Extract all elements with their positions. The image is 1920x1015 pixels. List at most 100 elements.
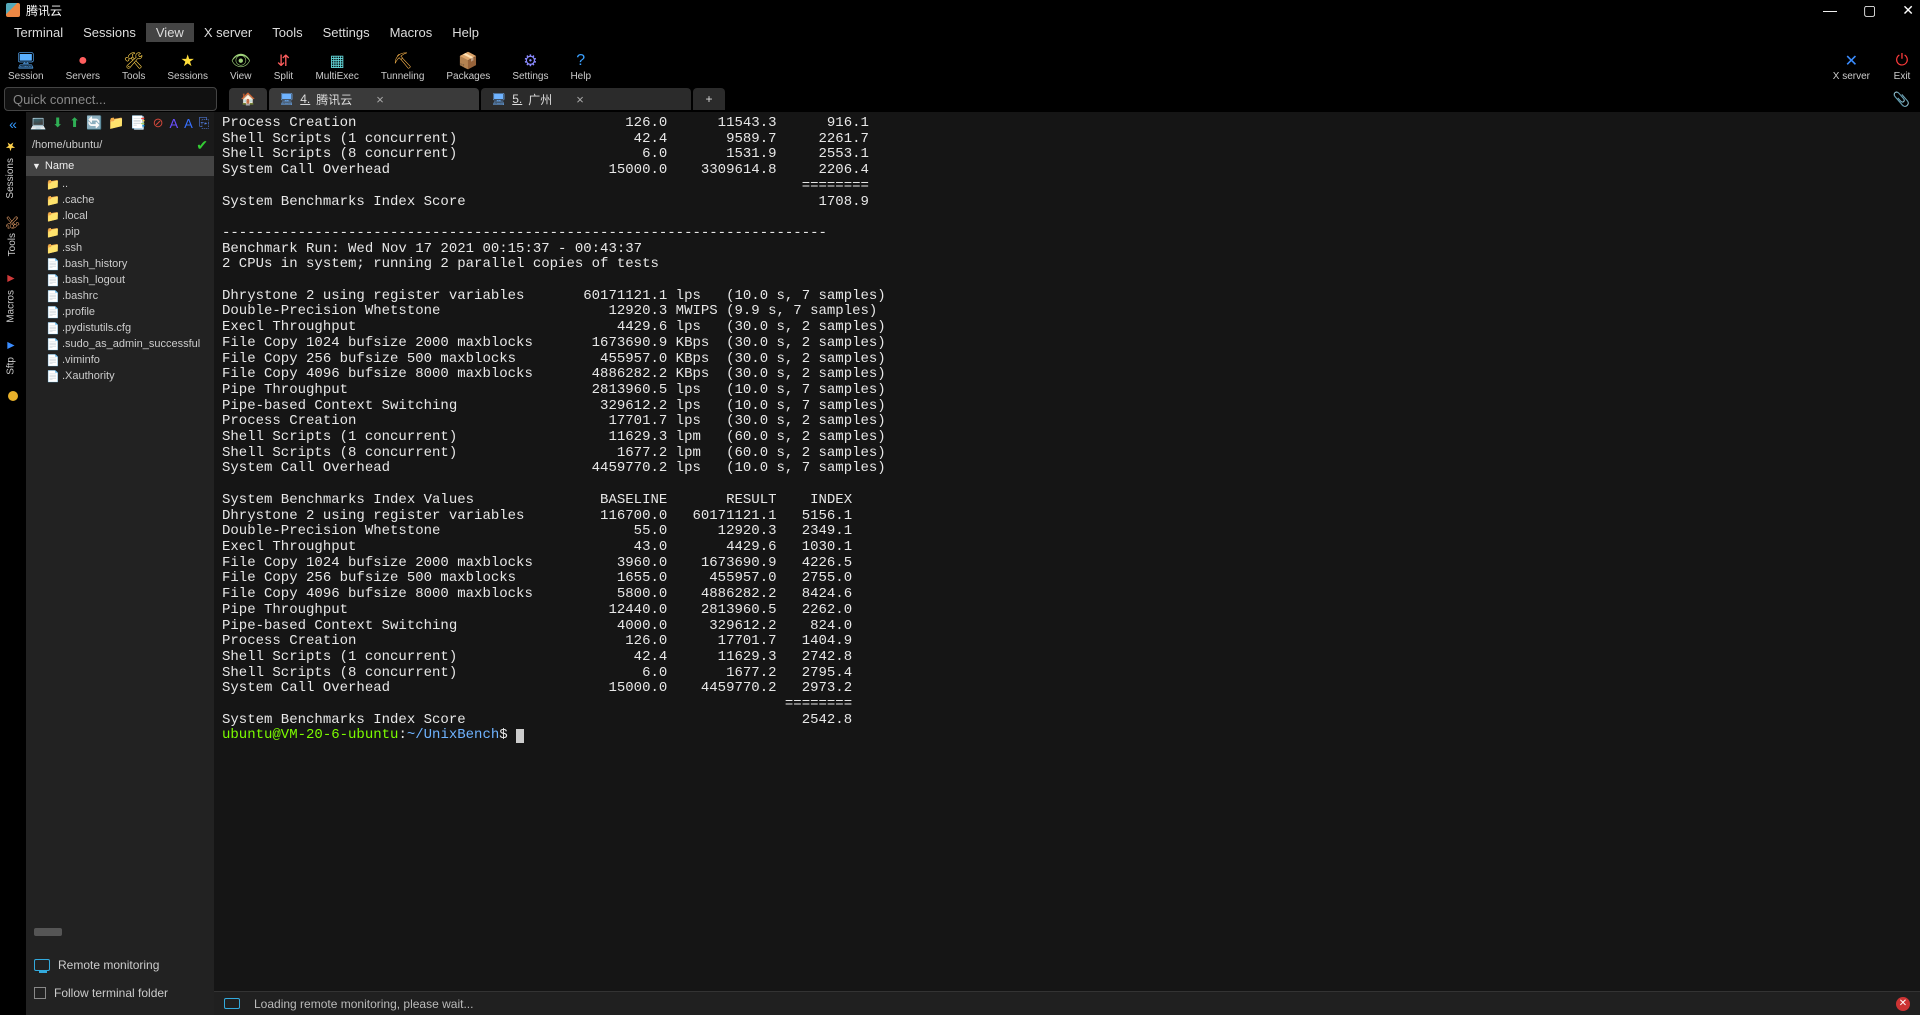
file-item[interactable]: 📁.. [26,176,214,192]
split-icon: ⇵ [273,51,293,71]
status-loading-text: Loading remote monitoring, please wait..… [254,997,473,1011]
file-item[interactable]: 📄.profile [26,304,214,320]
sidebar-tool-icon-0[interactable]: 💻 [30,115,46,131]
sftp-sidebar: 💻⬇⬆🔄📁📑⊘AA⎘ /home/ubuntu/ ✔ ▼ Name 📁..📁.c… [26,112,214,1015]
menu-x-server[interactable]: X server [194,23,262,42]
file-item[interactable]: 📄.bashrc [26,288,214,304]
menu-view[interactable]: View [146,23,194,42]
sessions-icon: ★ [178,51,198,71]
tool-session[interactable]: 🖥Session [8,51,44,82]
tab-new-button[interactable]: + [693,88,725,110]
tool-label: Help [570,71,591,82]
file-name: .cache [62,194,94,206]
tool-settings[interactable]: ⚙Settings [512,51,548,82]
quick-connect-input[interactable]: Quick connect... [4,87,217,111]
view-icon: 👁 [231,51,251,71]
window-maximize-button[interactable]: ▢ [1863,2,1876,19]
menu-tools[interactable]: Tools [262,23,312,42]
file-item[interactable]: 📁.local [26,208,214,224]
tool-label: Tools [122,71,145,82]
tool-multiexec[interactable]: ▦MultiExec [315,51,358,82]
tool-servers[interactable]: ●Servers [66,51,100,82]
chevron-down-icon: ▼ [32,161,41,171]
quick-connect-placeholder: Quick connect... [13,92,106,107]
sidebar-tool-icon-1[interactable]: ⬇ [52,115,63,131]
tab-session[interactable]: 🖥4. 腾讯云× [269,88,479,110]
paperclip-icon[interactable]: 📎 [1893,91,1910,108]
tool-label: Packages [446,71,490,82]
tool-exit[interactable]: ⏻Exit [1892,51,1912,82]
window-minimize-button[interactable]: — [1823,2,1837,19]
tool-label: Sessions [167,71,208,82]
sidebar-tool-icon-3[interactable]: 🔄 [86,115,102,131]
window-close-button[interactable]: ✕ [1902,2,1914,19]
file-name: .. [62,178,68,190]
sidebar-path[interactable]: /home/ubuntu/ ✔ [26,134,214,156]
tool-packages[interactable]: 📦Packages [446,51,490,82]
tab-number: 4. [300,92,310,106]
rail-sftp[interactable]: Sftp◄ [5,331,17,383]
monitor-mini-icon [224,998,240,1009]
file-item[interactable]: 📁.ssh [26,240,214,256]
follow-terminal-checkbox[interactable]: Follow terminal folder [34,979,206,1007]
tool-tools[interactable]: 🛠Tools [122,51,145,82]
rail-label: Sessions [5,158,16,199]
tabbar: 🏠🖥4. 腾讯云×🖥5. 广州×+ [221,86,725,112]
tab-close-button[interactable]: × [376,92,384,107]
terminal-statusbar: Loading remote monitoring, please wait..… [214,991,1920,1015]
file-item[interactable]: 📄.Xauthority [26,368,214,384]
tool-label: Servers [66,71,100,82]
tool-view[interactable]: 👁View [230,51,252,82]
file-item[interactable]: 📄.viminfo [26,352,214,368]
file-item[interactable]: 📄.sudo_as_admin_successful [26,336,214,352]
file-item[interactable]: 📁.pip [26,224,214,240]
remote-monitoring-toggle[interactable]: Remote monitoring [34,951,206,979]
terminal-pane: Process Creation 126.0 11543.3 916.1 She… [214,112,1920,1015]
file-item[interactable]: 📄.bash_logout [26,272,214,288]
tool-label: Exit [1894,71,1911,82]
file-item[interactable]: 📁.cache [26,192,214,208]
folder-icon: 📁 [46,178,58,191]
terminal-output[interactable]: Process Creation 126.0 11543.3 916.1 She… [214,112,1920,991]
tool-sessions[interactable]: ★Sessions [167,51,208,82]
menu-settings[interactable]: Settings [313,23,380,42]
sidebar-tool-icon-7[interactable]: A [169,116,178,131]
sidebar-tool-icon-6[interactable]: ⊘ [153,115,164,131]
tool-x-server[interactable]: ✕X server [1833,51,1870,82]
tab-number: 5. [512,92,522,106]
tunneling-icon: ⛏ [393,51,413,71]
status-close-button[interactable]: ✕ [1896,997,1910,1011]
menu-macros[interactable]: Macros [380,23,443,42]
tool-tunneling[interactable]: ⛏Tunneling [381,51,425,82]
tab-session[interactable]: 🖥5. 广州× [481,88,691,110]
sidebar-h-scrollbar[interactable] [34,927,206,937]
tools-icon: 🛠 [5,215,20,229]
file-item[interactable]: 📄.bash_history [26,256,214,272]
tab-close-button[interactable]: × [576,92,584,107]
tool-help[interactable]: ?Help [570,51,591,82]
rail-sessions[interactable]: Sessions★ [5,132,16,207]
sidebar-tool-icon-4[interactable]: 📁 [108,115,124,131]
tab-home[interactable]: 🏠 [229,88,267,110]
file-item[interactable]: 📄.pydistutils.cfg [26,320,214,336]
menu-terminal[interactable]: Terminal [4,23,73,42]
sidebar-toolbar: 💻 ⬇ ⬆ 🔄 📁 📑 ⊘ AA ⎘ [26,112,214,134]
menu-sessions[interactable]: Sessions [73,23,146,42]
file-icon: 📄 [46,258,58,271]
tool-split[interactable]: ⇵Split [273,51,293,82]
rail-macros[interactable]: Macros◄ [5,264,17,331]
file-name: .viminfo [62,354,100,366]
rail-collapse-icon[interactable]: « [9,116,17,130]
sidebar-tool-icon-2[interactable]: ⬆ [69,115,80,131]
window-title: 腾讯云 [26,2,62,19]
folder-icon: 📁 [46,226,58,239]
rail-tools[interactable]: Tools🛠 [5,207,20,264]
menu-help[interactable]: Help [442,23,489,42]
sidebar-column-header[interactable]: ▼ Name [26,156,214,176]
remote-monitoring-label: Remote monitoring [58,958,159,972]
file-icon: 📄 [46,338,58,351]
sidebar-tool-icon-5[interactable]: 📑 [130,115,146,131]
sidebar-tool-icon-8[interactable]: A [184,116,193,131]
sidebar-column-name: Name [45,160,74,172]
sidebar-tool-icon-9[interactable]: ⎘ [199,115,209,131]
